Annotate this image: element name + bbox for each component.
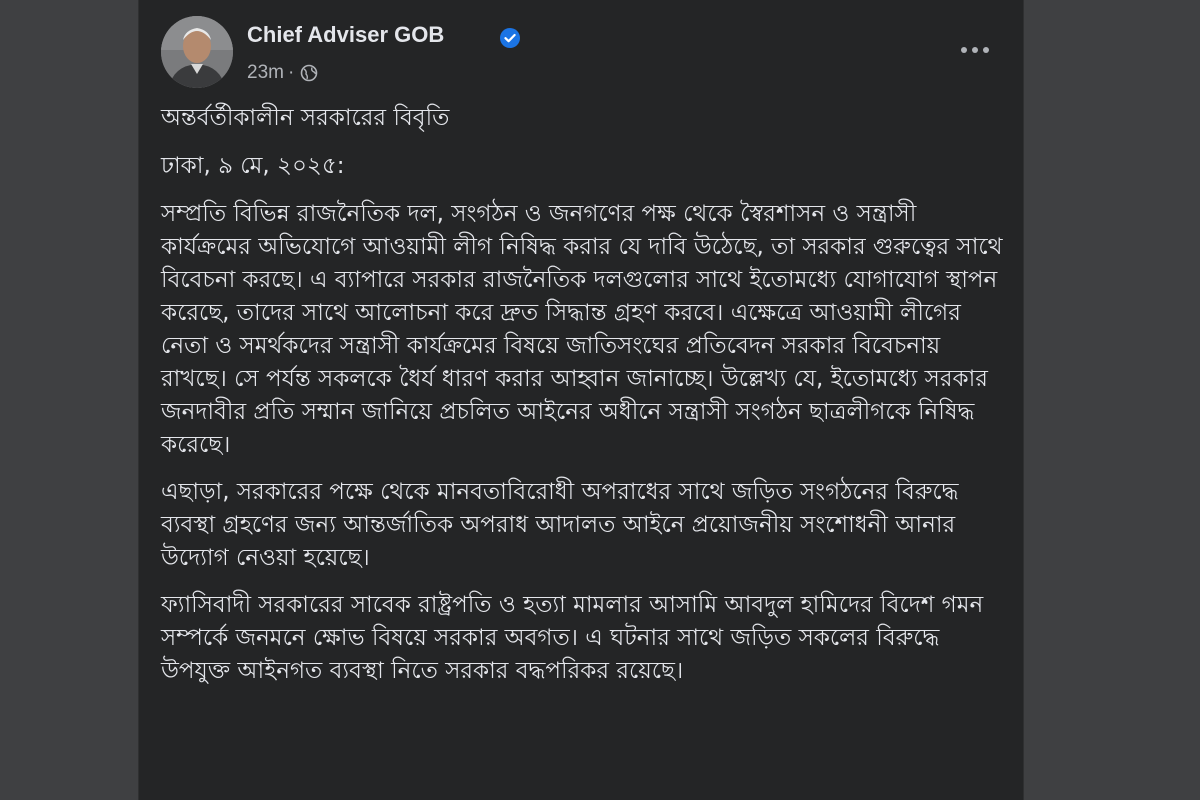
post-body: অন্তর্বর্তীকালীন সরকারের বিবৃতি ঢাকা, ৯ …: [161, 100, 1003, 702]
statement-dateline: ঢাকা, ৯ মে, ২০২৫:: [161, 153, 345, 179]
author-name[interactable]: Chief Adviser GOB: [247, 22, 444, 48]
author-avatar[interactable]: [161, 16, 233, 88]
meta-separator: ·: [287, 62, 295, 83]
more-options-button[interactable]: [955, 34, 995, 66]
page-backdrop: Chief Adviser GOB 23m · অন্তর্বর্তীকালীন…: [0, 0, 1200, 800]
facebook-post-card: Chief Adviser GOB 23m · অন্তর্বর্তীকালীন…: [138, 0, 1024, 800]
verified-badge-icon: [500, 28, 520, 48]
statement-paragraph-1: সম্প্রতি বিভিন্ন রাজনৈতিক দল, সংগঠন ও জন…: [161, 201, 1003, 458]
statement-paragraph-3: ফ্যাসিবাদী সরকারের সাবেক রাষ্ট্রপতি ও হত…: [161, 592, 984, 684]
more-options-icon: [961, 47, 989, 53]
statement-paragraph-2: এছাড়া, সরকারের পক্ষে থেকে মানবতাবিরোধী …: [161, 479, 959, 571]
post-header: Chief Adviser GOB 23m ·: [161, 16, 1007, 92]
post-meta: 23m ·: [247, 62, 318, 84]
avatar-photo: [161, 16, 233, 88]
post-timestamp[interactable]: 23m: [247, 62, 284, 84]
globe-icon[interactable]: [300, 64, 318, 82]
statement-title: অন্তর্বর্তীকালীন সরকারের বিবৃতি: [161, 105, 450, 131]
